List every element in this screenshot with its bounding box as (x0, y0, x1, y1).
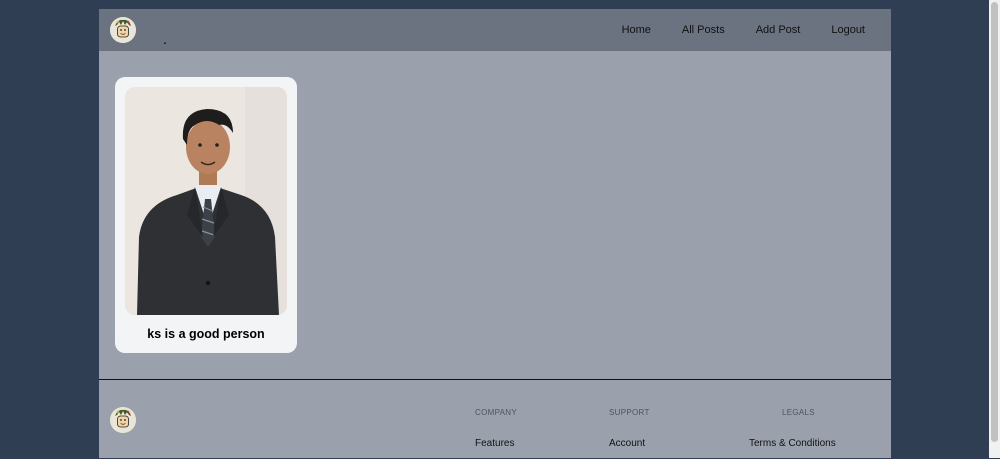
footer-logo-icon[interactable] (110, 407, 136, 433)
footer-heading-support: Support (609, 408, 650, 417)
footer-heading-company: Company (475, 408, 517, 417)
nav-logout[interactable]: Logout (831, 24, 865, 36)
vertical-scrollbar[interactable] (989, 0, 1000, 458)
main-content: ks is a good person (99, 51, 891, 379)
post-card[interactable]: ks is a good person (115, 77, 297, 353)
top-navbar: . Home All Posts Add Post Logout (99, 9, 891, 51)
footer-link-features[interactable]: Features (475, 438, 517, 449)
nav-home[interactable]: Home (622, 24, 651, 36)
nav-add-post[interactable]: Add Post (756, 24, 801, 36)
avatar-logo-icon[interactable] (110, 17, 136, 43)
nav-all-posts[interactable]: All Posts (682, 24, 725, 36)
footer-link-account[interactable]: Account (609, 438, 650, 449)
footer-column-company: Company Features (475, 408, 517, 449)
footer-column-legals: Legals Terms & Conditions (749, 408, 836, 449)
main-nav: Home All Posts Add Post Logout (622, 9, 865, 51)
app-container: . Home All Posts Add Post Logout ks is a… (99, 9, 891, 458)
scrollbar-thumb[interactable] (991, 2, 998, 442)
post-title[interactable]: ks is a good person (115, 327, 297, 341)
footer-heading-legals: Legals (782, 408, 815, 417)
post-image (125, 87, 287, 315)
site-footer: Company Features Support Account Legals … (99, 379, 891, 459)
brand-text: . (163, 31, 167, 47)
footer-link-terms[interactable]: Terms & Conditions (749, 438, 836, 449)
footer-column-support: Support Account (609, 408, 650, 449)
